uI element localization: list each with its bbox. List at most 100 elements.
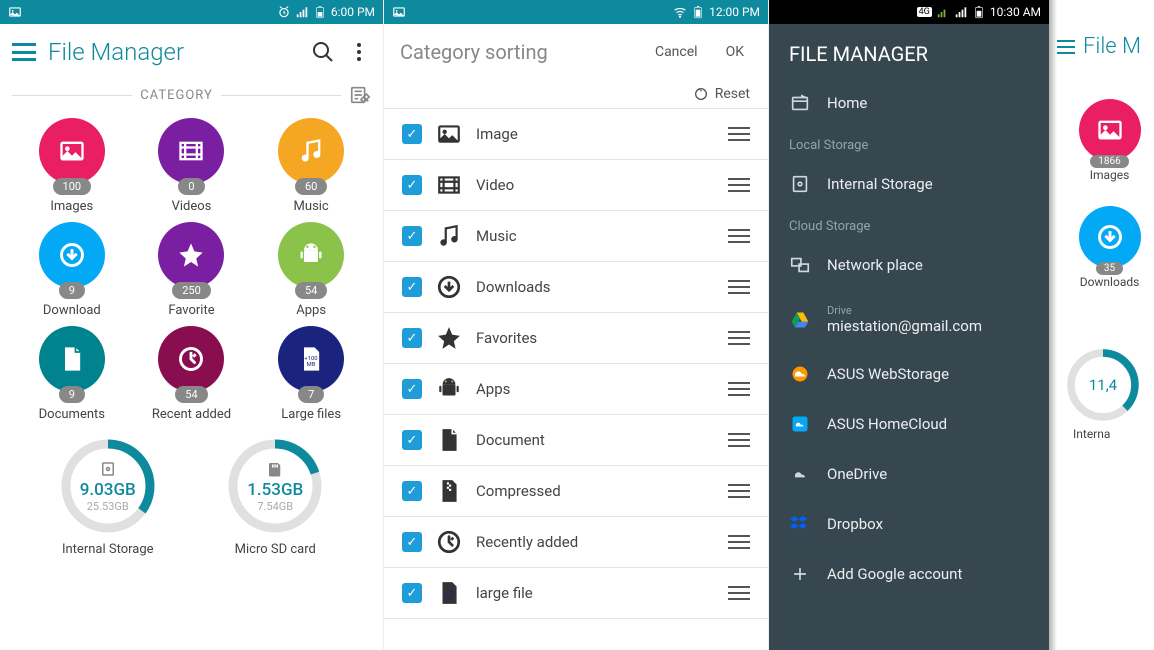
category-count: 0 (178, 178, 204, 195)
drag-handle[interactable] (728, 535, 750, 549)
sort-label: Image (476, 125, 714, 143)
sort-row-favorites[interactable]: ✓ Favorites (384, 313, 768, 364)
peek-category-images[interactable]: 1866 Images (1065, 99, 1154, 200)
menu-button[interactable] (12, 43, 36, 61)
large-icon: +100MB (436, 580, 462, 606)
drag-handle[interactable] (728, 331, 750, 345)
edit-categories-button[interactable] (349, 84, 371, 106)
category-count: 250 (172, 282, 211, 299)
dropbox-icon (789, 513, 811, 535)
storage-icon (99, 460, 117, 478)
peek-category-downloads[interactable]: 35 Downloads (1065, 206, 1154, 307)
sort-row-apps[interactable]: ✓ Apps (384, 364, 768, 415)
category-count: 54 (175, 386, 207, 403)
sort-title: Category sorting (400, 40, 635, 64)
reset-button[interactable]: Reset (384, 80, 768, 108)
drawer-dropbox[interactable]: Dropbox (769, 499, 1049, 549)
drag-handle[interactable] (728, 280, 750, 294)
image-icon (1079, 99, 1141, 161)
storage-icon (266, 460, 284, 478)
checkbox[interactable]: ✓ (402, 124, 422, 144)
image-icon (436, 121, 462, 147)
drag-handle[interactable] (728, 433, 750, 447)
status-time: 6:00 PM (331, 5, 375, 19)
checkbox[interactable]: ✓ (402, 532, 422, 552)
reset-icon (693, 86, 709, 102)
checkbox[interactable]: ✓ (402, 226, 422, 246)
svg-text:MB: MB (307, 362, 316, 368)
drag-handle[interactable] (728, 484, 750, 498)
category-count: 100 (53, 178, 92, 195)
category-documents[interactable]: 9 Documents (16, 326, 128, 422)
ok-button[interactable]: OK (718, 40, 752, 64)
sort-row-large-file[interactable]: ✓ +100MB large file (384, 568, 768, 619)
cancel-button[interactable]: Cancel (647, 40, 706, 64)
drawer-home[interactable]: Home (769, 78, 1049, 128)
sort-row-compressed[interactable]: ✓ Compressed (384, 466, 768, 517)
search-button[interactable] (311, 40, 335, 64)
category-apps[interactable]: 54 Apps (255, 222, 367, 318)
peek-count: 35 (1096, 262, 1123, 275)
peek-count: 1866 (1090, 155, 1128, 168)
storage-used: 9.03GB (80, 480, 136, 500)
checkbox[interactable]: ✓ (402, 328, 422, 348)
category-large-files[interactable]: +100MB 7 Large files (255, 326, 367, 422)
drawer-google-drive[interactable]: Drive miestation@gmail.com (769, 290, 1049, 349)
category-download[interactable]: 9 Download (16, 222, 128, 318)
drawer-network-place[interactable]: Network place (769, 240, 1049, 290)
checkbox[interactable]: ✓ (402, 430, 422, 450)
sort-row-image[interactable]: ✓ Image (384, 109, 768, 160)
sort-row-document[interactable]: ✓ Document (384, 415, 768, 466)
category-count: 60 (295, 178, 327, 195)
category-images[interactable]: 100 Images (16, 118, 128, 214)
checkbox[interactable]: ✓ (402, 481, 422, 501)
checkbox[interactable]: ✓ (402, 277, 422, 297)
category-label: Download (43, 303, 101, 318)
storage-label: Micro SD card (235, 542, 316, 557)
android-icon (436, 376, 462, 402)
category-music[interactable]: 60 Music (255, 118, 367, 214)
drag-handle[interactable] (728, 178, 750, 192)
drag-handle[interactable] (728, 127, 750, 141)
drawer-internal-storage[interactable]: Internal Storage (769, 159, 1049, 209)
music-icon (436, 223, 462, 249)
sort-row-recently-added[interactable]: ✓ Recently added (384, 517, 768, 568)
sort-label: Video (476, 176, 714, 194)
category-favorite[interactable]: 250 Favorite (136, 222, 248, 318)
storage-internal-storage[interactable]: 9.03GB 25.53GB Internal Storage (58, 436, 158, 557)
checkbox[interactable]: ✓ (402, 379, 422, 399)
sort-label: Document (476, 431, 714, 449)
more-button[interactable] (347, 40, 371, 64)
signal-icon (936, 5, 950, 19)
sort-label: Apps (476, 380, 714, 398)
sort-row-video[interactable]: ✓ Video (384, 160, 768, 211)
drawer-add-google[interactable]: Add Google account (769, 549, 1049, 599)
doc-icon (39, 326, 105, 392)
drag-handle[interactable] (728, 586, 750, 600)
onedrive-icon (789, 463, 811, 485)
drag-handle[interactable] (728, 382, 750, 396)
peek-title: File M (1083, 34, 1141, 59)
storage-used: 1.53GB (247, 480, 303, 500)
drawer-asus-webstorage[interactable]: ASUS WebStorage (769, 349, 1049, 399)
drag-handle[interactable] (728, 229, 750, 243)
checkbox[interactable]: ✓ (402, 583, 422, 603)
video-icon (158, 118, 224, 184)
category-recent-added[interactable]: 54 Recent added (136, 326, 248, 422)
category-count: 9 (59, 282, 85, 299)
category-label: Videos (172, 199, 212, 214)
storage-micro-sd-card[interactable]: 1.53GB 7.54GB Micro SD card (225, 436, 325, 557)
signal-icon (954, 5, 968, 19)
menu-button[interactable] (1057, 40, 1075, 54)
battery-icon (972, 5, 986, 19)
battery-icon (691, 5, 705, 19)
checkbox[interactable]: ✓ (402, 175, 422, 195)
sort-row-downloads[interactable]: ✓ Downloads (384, 262, 768, 313)
drawer-asus-homecloud[interactable]: ASUS HomeCloud (769, 399, 1049, 449)
category-count: 7 (298, 386, 324, 403)
category-videos[interactable]: 0 Videos (136, 118, 248, 214)
category-label: Recent added (152, 407, 231, 422)
category-header: CATEGORY (0, 80, 383, 110)
drawer-onedrive[interactable]: OneDrive (769, 449, 1049, 499)
sort-row-music[interactable]: ✓ Music (384, 211, 768, 262)
